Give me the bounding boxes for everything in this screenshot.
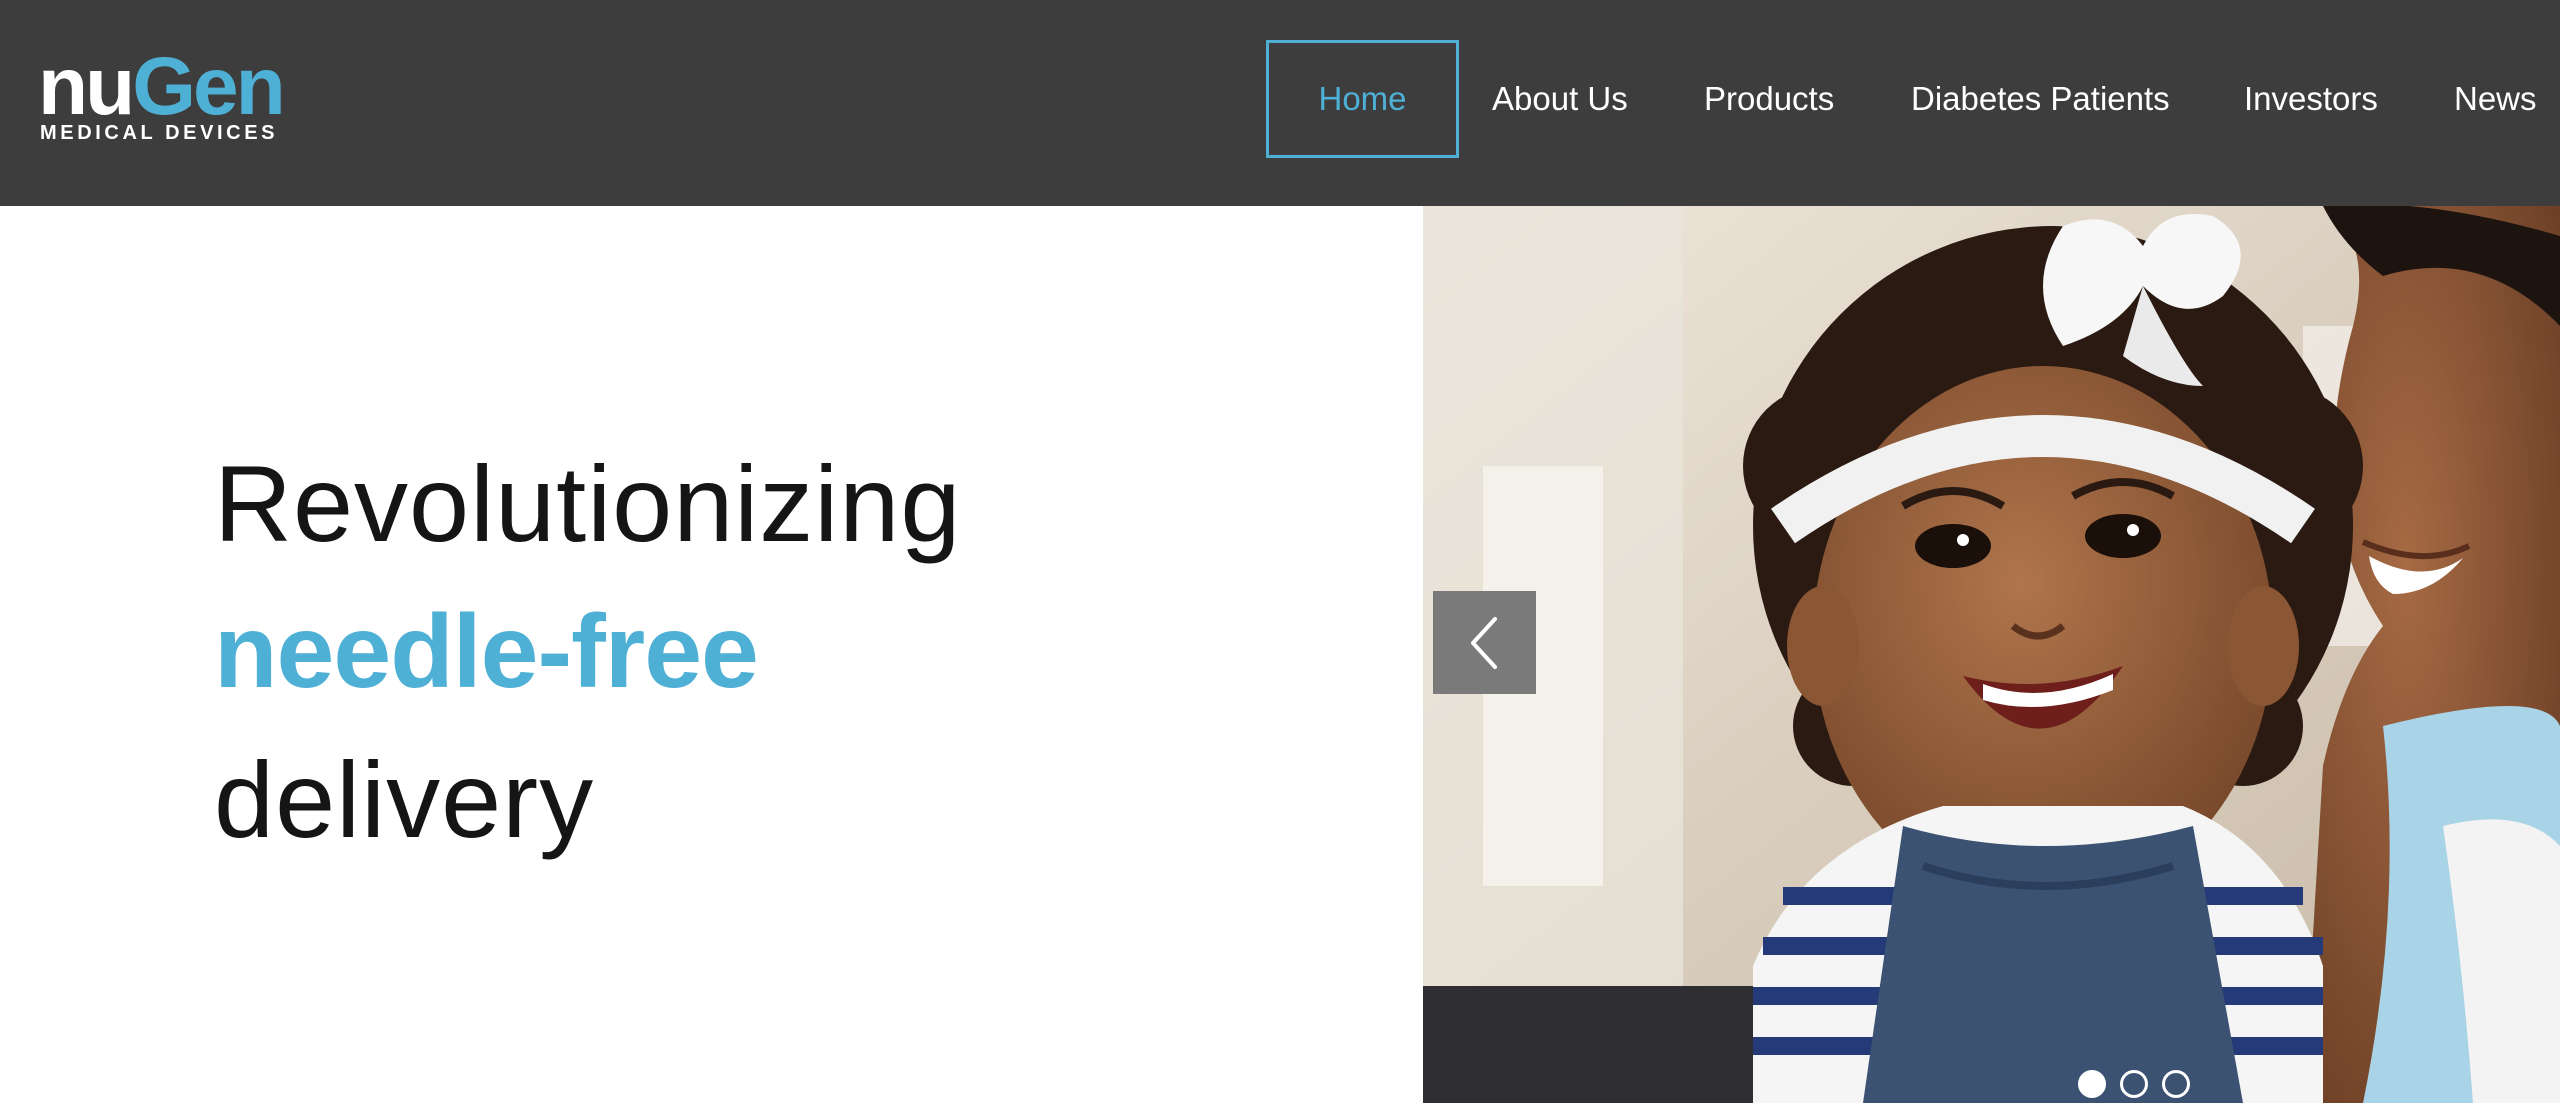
nav-diabetes-patients[interactable]: Diabetes Patients (1911, 40, 2170, 158)
nav-investors[interactable]: Investors (2244, 40, 2378, 158)
chevron-left-icon (1470, 616, 1497, 669)
logo-gen: Gen (132, 41, 285, 132)
nav-about-us[interactable]: About Us (1492, 40, 1628, 158)
nav-products[interactable]: Products (1704, 40, 1834, 158)
logo-tagline: MEDICAL DEVICES (40, 122, 279, 144)
hero-line-needle-free: needle-free (214, 594, 759, 710)
nav-home[interactable]: Home (1266, 40, 1459, 158)
hero-line-revolutionizing: Revolutionizing (214, 443, 962, 564)
hero-photo (1423, 206, 2560, 1103)
carousel-prev-button[interactable] (1433, 591, 1536, 694)
nugen-logo[interactable]: nuGen MEDICAL DEVICES (38, 46, 286, 150)
main-nav: Home About Us Products Diabetes Patients… (1266, 40, 2560, 158)
carousel-dot-2[interactable] (2120, 1070, 2148, 1098)
site-header: nuGen MEDICAL DEVICES Home About Us Prod… (0, 0, 2560, 206)
carousel-dot-3[interactable] (2162, 1070, 2190, 1098)
carousel-dots (2078, 1070, 2190, 1098)
logo-wordmark: nuGen (38, 46, 286, 128)
hero-photo-illustration (1423, 206, 2560, 1103)
carousel-dot-1[interactable] (2078, 1070, 2106, 1098)
hero-headline: Revolutionizing needle-free delivery (214, 450, 961, 854)
logo-nu: nu (38, 41, 135, 132)
nav-news[interactable]: News (2454, 40, 2537, 158)
hero-line-delivery: delivery (214, 739, 595, 860)
